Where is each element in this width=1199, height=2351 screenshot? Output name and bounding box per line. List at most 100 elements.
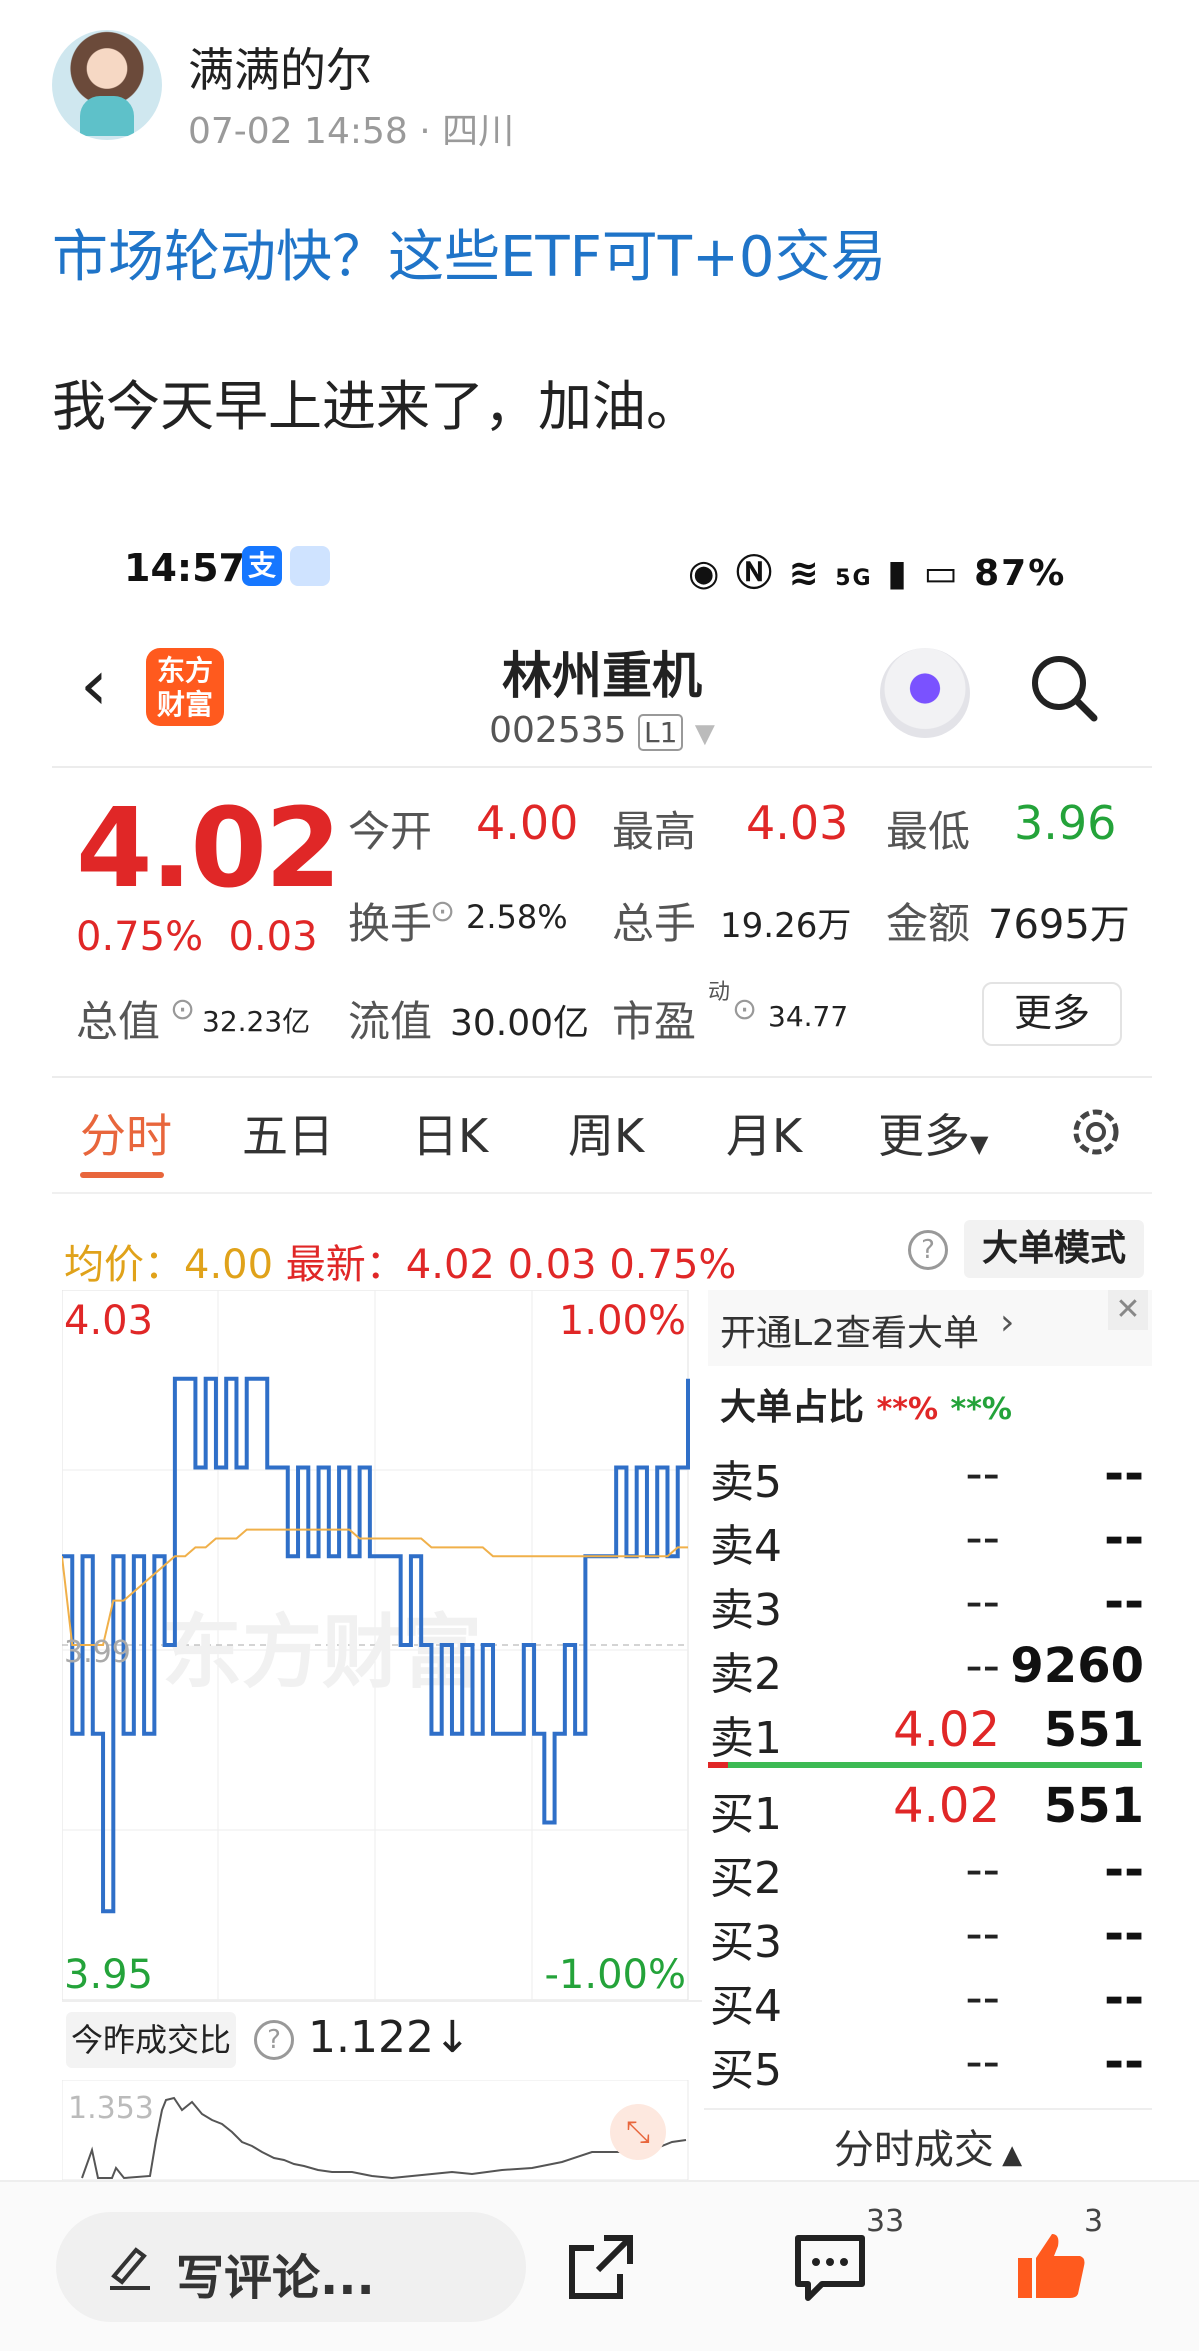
tab-underline	[80, 1172, 164, 1178]
bid-level-label: 买2	[710, 1853, 782, 1904]
big-order-mode-button[interactable]: 大单模式	[964, 1220, 1144, 1278]
bid-level-label: 买1	[710, 1789, 782, 1840]
bottom-action-bar: 写评论... 33 3	[0, 2180, 1199, 2351]
ask-level-row: 卖5 -- --	[704, 1446, 1152, 1510]
author-avatar[interactable]	[52, 30, 162, 140]
amount-label: 金额	[886, 899, 971, 948]
ask-level-price: --	[965, 1510, 1000, 1566]
caret-down-icon: ▼	[970, 1130, 989, 1158]
ask-level-volume: 9260	[1010, 1638, 1144, 1694]
comment-placeholder: 写评论...	[176, 2250, 375, 2306]
chart-top-price: 4.03	[64, 1298, 153, 1344]
post-title-link[interactable]: 市场轮动快？这些ETF可T+0交易	[52, 212, 887, 293]
pe-value: 34.77	[768, 1000, 849, 1033]
avg-label: 均价：	[64, 1242, 184, 1288]
chart-watermark: 东方财富	[162, 1606, 482, 1699]
tabs-divider	[52, 1192, 1152, 1194]
stock-name: 林州重机	[502, 647, 702, 705]
turnover-label: 换手	[348, 899, 433, 948]
float-value: 30.00亿	[450, 1003, 590, 1044]
tab-weekly-k[interactable]: 周K	[568, 1100, 644, 1166]
tick-trades-label: 分时成交	[833, 2127, 994, 2173]
signal-icon: ▮	[887, 553, 909, 594]
info-icon[interactable]: ⊙	[430, 894, 455, 929]
share-icon[interactable]	[564, 2230, 638, 2304]
volume-ratio-chart: 1.353 ⤡	[62, 2080, 689, 2180]
thumbs-up-icon[interactable]	[1014, 2228, 1090, 2304]
ask-level-label: 卖1	[710, 1713, 782, 1764]
bid-level-volume: --	[1104, 1970, 1144, 2026]
battery-icon: ▭	[923, 553, 960, 594]
ask-level-row: 卖1 4.02 551	[704, 1702, 1152, 1766]
open-label: 今开	[348, 807, 433, 856]
search-icon[interactable]	[1028, 652, 1100, 724]
bid-level-row: 买5 -- --	[704, 2034, 1152, 2098]
l2-banner[interactable]: 开通L2查看大单 ›	[708, 1290, 1152, 1366]
embedded-screenshot: 14:57 支 ◉ Ⓝ ≋ 5G ▮ ▭ 87% ‹ 东方 财富 林州重机 00…	[52, 520, 1152, 2180]
assistant-robot-icon[interactable]	[880, 648, 970, 738]
avg-price-bar: 均价：4.00 最新：4.02 0.03 0.75%	[64, 1232, 736, 1290]
bid-level-volume: --	[1104, 2034, 1144, 2090]
volume-panel-header: 今昨成交比 ▼ ? 1.122↓	[62, 2000, 702, 2118]
tab-five-day[interactable]: 五日	[242, 1100, 334, 1166]
low-label: 最低	[886, 807, 971, 856]
amount-value: 7695万	[988, 902, 1130, 948]
tab-intraday[interactable]: 分时	[80, 1100, 172, 1166]
quote-divider	[52, 1076, 1152, 1078]
tick-trades-toggle[interactable]: 分时成交 ▲	[704, 2108, 1152, 2180]
author-name[interactable]: 满满的尔	[188, 34, 372, 100]
chart-bottom-price: 3.95	[64, 1952, 153, 1998]
comment-input[interactable]: 写评论...	[56, 2212, 526, 2322]
gear-icon[interactable]	[1066, 1102, 1126, 1162]
change-abs: 0.03	[228, 914, 318, 960]
help-icon[interactable]: ?	[908, 1230, 948, 1270]
bid-level-label: 买5	[710, 2045, 782, 2096]
volume-selector[interactable]: 今昨成交比 ▼	[66, 2012, 236, 2118]
signal-label: 5G	[835, 566, 873, 591]
stock-code-row[interactable]: 002535 L1 ▼	[52, 710, 1152, 751]
volume-ratio-value: 1.122↓	[308, 2012, 471, 2063]
info-icon[interactable]: ⊙	[170, 992, 195, 1027]
low-value: 3.96	[1014, 796, 1117, 850]
ask-level-price: --	[965, 1574, 1000, 1630]
volume-selector-label: 今昨成交比	[70, 2021, 231, 2059]
intraday-chart-svg: 东方财富 4.03 1.00% 3.99 3.95 -1.00%	[61, 1289, 690, 2001]
tab-more-label: 更多	[878, 1109, 970, 1163]
level-badge: L1	[638, 714, 684, 751]
current-price: 4.02	[76, 784, 341, 912]
alipay-icon: 支	[242, 546, 282, 586]
post-header: 满满的尔 07-02 14:58 · 四川	[52, 30, 1152, 152]
chart-bottom-pct: -1.00%	[544, 1952, 686, 1998]
latest-pct: 0.75%	[609, 1242, 737, 1288]
comment-icon[interactable]	[792, 2232, 868, 2304]
nfc-icon: Ⓝ	[735, 553, 774, 594]
bid-level-price: 4.02	[893, 1778, 1000, 1834]
intraday-chart[interactable]: 东方财富 4.03 1.00% 3.99 3.95 -1.00%	[61, 1289, 702, 2001]
tab-daily-k[interactable]: 日K	[412, 1100, 488, 1166]
volume-value: 19.26万	[720, 906, 852, 946]
order-book: 开通L2查看大单 › ✕ 大单占比 **% **% 卖5 -- -- 卖4 -- -- 卖3…	[704, 1290, 1152, 2173]
post-body: 我今天早上进来了，加油。	[52, 375, 700, 438]
bid-level-price: --	[965, 1906, 1000, 1962]
info-icon[interactable]: ⊙	[732, 992, 757, 1027]
bid-level-volume: --	[1104, 1906, 1144, 1962]
help-icon[interactable]: ?	[254, 2020, 294, 2060]
latest-value: 4.02	[405, 1242, 495, 1288]
comment-count: 33	[866, 2204, 905, 2239]
ask-level-volume: --	[1104, 1510, 1144, 1566]
post-meta: 07-02 14:58 · 四川	[188, 111, 515, 152]
ask-level-label: 卖3	[710, 1585, 782, 1636]
ask-level-price: --	[965, 1446, 1000, 1502]
caret-up-icon: ▲	[993, 2140, 1023, 2170]
tab-more[interactable]: 更多▼	[878, 1100, 988, 1166]
close-icon[interactable]: ✕	[1108, 1290, 1148, 1330]
expand-glyph: ⤡	[626, 2115, 650, 2150]
mktcap-value: 32.23亿	[202, 1005, 311, 1038]
status-time: 14:57	[124, 546, 245, 590]
tab-monthly-k[interactable]: 月K	[726, 1100, 802, 1166]
more-button[interactable]: 更多	[982, 982, 1122, 1046]
turnover-value: 2.58%	[466, 898, 568, 936]
bid-level-label: 买3	[710, 1917, 782, 1968]
ask-level-label: 卖5	[710, 1457, 782, 1508]
bid-level-row: 买2 -- --	[704, 1842, 1152, 1906]
